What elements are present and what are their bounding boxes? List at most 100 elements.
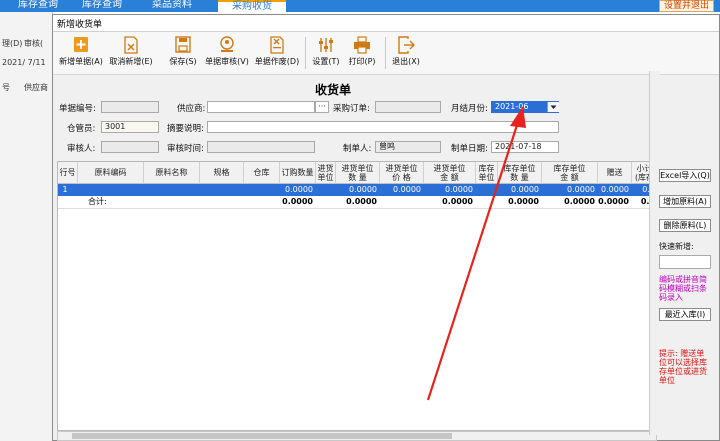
new-receipt-dialog: 新增收货单 新增单据(A) 取消新增(E) 保存(S) 单据审核(V) 单据作废…: [52, 14, 720, 441]
bg-left-item[interactable]: 理(D): [2, 38, 22, 49]
col-warehouse[interactable]: 仓库: [244, 162, 280, 184]
recent-in-button[interactable]: 最近入库(I): [659, 308, 711, 321]
form-title: 收货单: [314, 83, 351, 97]
keeper-field[interactable]: 3001: [101, 121, 159, 133]
order-qty-cell[interactable]: 0.0000: [280, 184, 316, 196]
memo-label: 摘要说明:: [167, 124, 204, 134]
col-material-name[interactable]: 原料名称: [144, 162, 200, 184]
auditor-field[interactable]: [101, 141, 159, 153]
void-doc-icon: [270, 36, 284, 54]
in-amount-cell[interactable]: 0.0000: [424, 184, 476, 196]
total-in-qty: 0.0000: [346, 197, 377, 206]
cancel-new-button[interactable]: 取消新增(E): [107, 34, 155, 72]
excel-import-button[interactable]: Excel导入(Q): [659, 169, 711, 182]
total-order-qty: 0.0000: [282, 197, 313, 206]
toolbar-divider: [385, 37, 386, 69]
print-label: 打印(P): [348, 57, 376, 66]
void-document-button[interactable]: 单据作废(D): [253, 34, 301, 72]
print-button[interactable]: 打印(P): [345, 34, 379, 72]
gift-cell[interactable]: 0.0000: [598, 184, 632, 196]
bg-tab-purchase-receipt[interactable]: 采购收货: [218, 0, 286, 12]
doc-no-label: 单据编号:: [59, 104, 96, 114]
col-stock-amount[interactable]: 库存单位 金 额: [542, 162, 598, 184]
exit-button[interactable]: 退出(X): [389, 34, 423, 72]
delete-material-button[interactable]: 删除原料(L): [659, 219, 711, 232]
total-stock-qty: 0.0000: [508, 197, 539, 206]
total-stock-amount: 0.0000: [564, 197, 595, 206]
bg-settings-exit-button[interactable]: 设置并退出: [658, 0, 714, 12]
supplier-label: 供应商:: [177, 104, 206, 114]
background-left-panel: 理(D) 审核( 2021/ 7/11 号 供应商: [0, 12, 53, 441]
maker-label: 制单人:: [343, 144, 372, 154]
settings-button[interactable]: 设置(T): [309, 34, 343, 72]
exit-icon: [398, 36, 415, 54]
supplier-lookup-button[interactable]: ···: [315, 101, 329, 113]
settings-sliders-icon: [319, 38, 333, 52]
chevron-down-icon: [550, 105, 557, 109]
quick-add-label: 快速新增:: [659, 242, 694, 251]
total-gift: 0.0000: [598, 197, 629, 206]
approve-document-label: 单据审核(V): [205, 57, 249, 66]
period-label: 月结月份:: [451, 104, 488, 114]
toolbar-divider: [305, 37, 306, 69]
bg-tab-stock-query-2[interactable]: 库存查询: [82, 0, 122, 12]
po-label: 采购订单:: [333, 104, 370, 114]
table-row[interactable]: 1 0.0000 0.0000 0.0000 0.0000 0.0000 0.0…: [58, 184, 656, 196]
col-in-amount[interactable]: 进货单位 金 额: [424, 162, 476, 184]
po-field[interactable]: [375, 101, 441, 113]
approve-document-button[interactable]: 单据审核(V): [203, 34, 251, 72]
new-document-label: 新增单据(A): [59, 57, 103, 66]
save-button[interactable]: 保存(S): [165, 34, 201, 72]
col-in-qty[interactable]: 进货单位 数 量: [336, 162, 380, 184]
auditor-label: 审核人:: [67, 144, 96, 154]
make-date-field[interactable]: 2021-07-18: [491, 141, 559, 153]
supplier-field[interactable]: [207, 101, 315, 113]
make-date-label: 制单日期:: [451, 144, 488, 154]
doc-no-field[interactable]: [101, 101, 159, 113]
col-gift[interactable]: 赠送: [598, 162, 632, 184]
col-stock-unit[interactable]: 库存 单位: [476, 162, 498, 184]
bg-tab-dish-info[interactable]: 菜品资料: [152, 0, 192, 12]
approve-icon: [220, 36, 234, 52]
grid-horizontal-scrollbar[interactable]: [57, 431, 657, 441]
col-in-price[interactable]: 进货单位 价 格: [380, 162, 424, 184]
add-material-button[interactable]: 增加原料(A): [659, 195, 711, 208]
keeper-label: 仓管员:: [67, 124, 96, 134]
period-dropdown-button[interactable]: [547, 102, 559, 112]
tip-text: 提示: 赠送单位可以选择库存单位或进货单位: [659, 349, 707, 385]
dialog-titlebar[interactable]: 新增收货单: [53, 15, 719, 32]
maker-field[interactable]: 曾鸣: [375, 141, 441, 153]
cancel-new-label: 取消新增(E): [109, 57, 153, 66]
col-spec[interactable]: 规格: [200, 162, 244, 184]
memo-field[interactable]: [207, 121, 559, 133]
background-tab-strip: 库存查询 库存查询 菜品资料 采购收货 设置并退出: [0, 0, 720, 12]
total-row: 合计: 0.0000 0.0000 0.0000 0.0000 0.0000 0…: [58, 196, 656, 209]
col-in-unit[interactable]: 进货 单位: [316, 162, 336, 184]
col-row-no[interactable]: 行号: [58, 162, 78, 184]
stock-amount-cell[interactable]: 0.0000: [542, 184, 598, 196]
plus-icon: [74, 37, 88, 52]
dialog-title: 新增收货单: [57, 20, 103, 30]
scrollbar-thumb[interactable]: [72, 433, 452, 439]
audit-time-field[interactable]: [207, 141, 315, 153]
save-label: 保存(S): [169, 57, 197, 66]
stock-qty-cell[interactable]: 0.0000: [498, 184, 542, 196]
total-label: 合计:: [88, 197, 107, 206]
new-document-button[interactable]: 新增单据(A): [57, 34, 105, 72]
col-order-qty[interactable]: 订购数量: [280, 162, 316, 184]
col-material-code[interactable]: 原料编码: [78, 162, 144, 184]
toolbar: 新增单据(A) 取消新增(E) 保存(S) 单据审核(V) 单据作废(D) 设置…: [53, 32, 719, 75]
quick-add-input[interactable]: [659, 255, 711, 269]
save-icon: [175, 36, 191, 53]
quick-add-hint: 编码或拼音简码模糊或扫条码录入: [659, 275, 707, 302]
bg-left-item[interactable]: 审核(: [24, 38, 43, 49]
audit-time-label: 审核时间:: [167, 144, 204, 154]
in-price-cell[interactable]: 0.0000: [380, 184, 424, 196]
total-in-amount: 0.0000: [442, 197, 473, 206]
settings-label: 设置(T): [312, 57, 340, 66]
row-no-cell[interactable]: 1: [58, 184, 72, 196]
col-stock-qty[interactable]: 库存单位 数 量: [498, 162, 542, 184]
printer-icon: [354, 36, 370, 54]
bg-tab-stock-query-1[interactable]: 库存查询: [18, 0, 58, 12]
in-qty-cell[interactable]: 0.0000: [336, 184, 380, 196]
